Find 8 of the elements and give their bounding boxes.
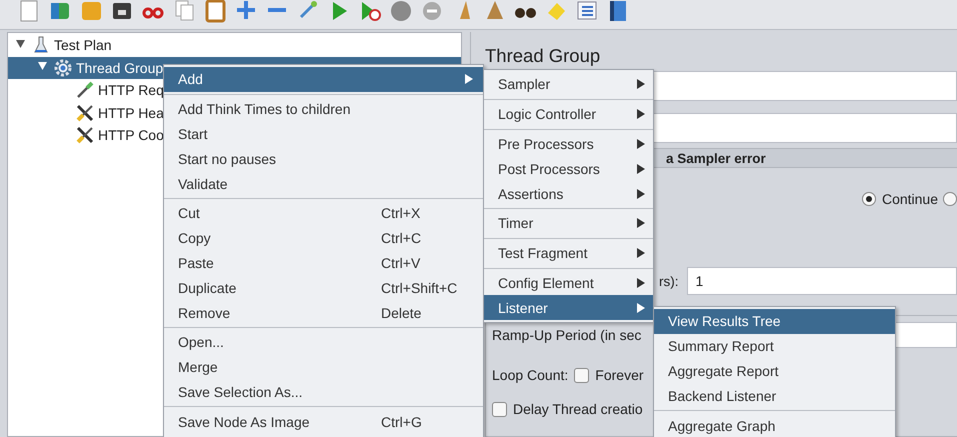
section-title: a Sampler error bbox=[666, 150, 766, 166]
field-label: rs): bbox=[659, 274, 678, 288]
panel-title: Thread Group bbox=[484, 44, 602, 68]
checkbox-label: Forever bbox=[595, 367, 644, 383]
field-label: Loop Count: bbox=[492, 367, 568, 383]
radio-label: Continue bbox=[882, 191, 938, 207]
checkbox-label: Delay Thread creatio bbox=[513, 401, 643, 417]
field-label: Ramp-Up Period (in sec bbox=[492, 327, 642, 343]
